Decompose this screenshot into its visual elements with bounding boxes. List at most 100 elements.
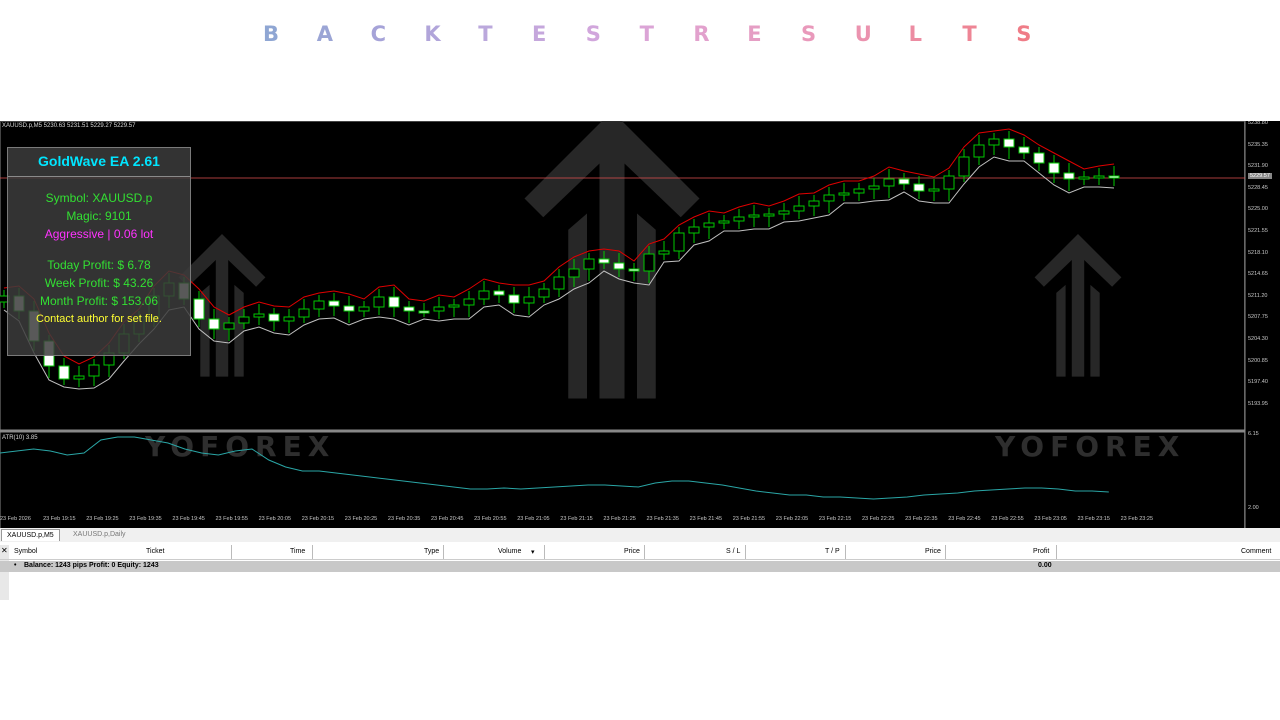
time-tick-label: 23 Feb 19:15 — [43, 516, 76, 522]
banner-letter: S — [1016, 22, 1032, 46]
ea-magic: Magic: 9101 — [66, 209, 132, 223]
time-tick-label: 23 Feb 21:15 — [560, 516, 593, 522]
candle-bearish — [208, 318, 220, 330]
col-price-current[interactable]: Price — [925, 548, 941, 555]
col-comment[interactable]: Comment — [1241, 548, 1271, 555]
candle-bearish — [613, 262, 625, 270]
watermark-text: YOFOREX — [994, 430, 1185, 463]
candle-bullish — [958, 156, 970, 177]
ea-contact: Contact author for set file. — [36, 313, 162, 325]
time-tick-label: 23 Feb 23:25 — [1120, 516, 1154, 522]
time-tick-label: 23 Feb 21:35 — [646, 516, 679, 522]
candle-bullish — [223, 322, 235, 330]
col-profit[interactable]: Profit — [1033, 548, 1049, 555]
time-tick-label: 23 Feb 2026 — [0, 516, 31, 522]
candle-bearish — [898, 178, 910, 185]
candle-bearish — [628, 268, 640, 272]
banner-letter: S — [585, 22, 601, 46]
candle-bullish — [73, 375, 85, 380]
candle-bullish — [283, 316, 295, 322]
atr-indicator-label: ATR(10) 3.85 — [2, 435, 38, 441]
chart-tabs: XAUUSD.p,M5 XAUUSD.p,Daily — [0, 528, 1280, 542]
col-sl[interactable]: S / L — [726, 548, 740, 555]
candle-bullish — [763, 213, 775, 217]
candle-bearish — [268, 313, 280, 322]
candle-bullish — [1093, 175, 1105, 179]
candle-bullish — [673, 232, 685, 252]
price-tick-label: 5211.20 — [1248, 292, 1268, 299]
ea-today-profit: Today Profit: $ 6.78 — [47, 258, 151, 272]
time-tick-label: 23 Feb 22:45 — [948, 516, 981, 522]
candle-bullish — [538, 288, 550, 298]
watermark-logo-center — [524, 121, 700, 399]
balance-row[interactable]: • Balance: 1243 pips Profit: 0 Equity: 1… — [0, 561, 1280, 572]
candle-bearish — [328, 300, 340, 307]
price-tick-label: 5207.75 — [1248, 314, 1268, 321]
candle-bullish — [808, 200, 820, 207]
candle-bullish — [928, 188, 940, 192]
candle-bullish — [523, 296, 535, 304]
candle-bullish — [238, 316, 250, 324]
col-symbol[interactable]: Symbol — [14, 548, 37, 555]
banner-letter: T — [639, 22, 654, 46]
candle-bearish — [343, 305, 355, 312]
candle-bullish — [253, 313, 265, 318]
banner-letter: A — [316, 22, 334, 46]
atr-tick-label: 2.00 — [1248, 505, 1259, 511]
candle-bullish — [373, 296, 385, 308]
sort-down-icon[interactable]: ▾ — [531, 548, 535, 556]
candle-bullish — [583, 258, 595, 270]
tab-xauusd-m5[interactable]: XAUUSD.p,M5 — [1, 529, 60, 541]
price-tick-label: 5218.10 — [1248, 249, 1268, 256]
banner-letter: S — [801, 22, 817, 46]
bullet-icon: • — [14, 562, 17, 569]
candle-bullish — [88, 364, 100, 377]
current-price-badge: 5229.57 — [1248, 173, 1272, 179]
col-type[interactable]: Type — [424, 548, 439, 555]
candle-bullish — [478, 290, 490, 300]
time-tick-label: 23 Feb 20:55 — [474, 516, 507, 522]
time-tick-label: 23 Feb 22:05 — [775, 516, 809, 522]
price-chart[interactable]: YOFOREX YOFOREX XAUUSD.p,M5 5230.63 5231.… — [0, 121, 1280, 529]
col-price[interactable]: Price — [624, 548, 640, 555]
candle-bearish — [1033, 152, 1045, 164]
symbol-info: XAUUSD.p,M5 5230.63 5231.51 5229.27 5229… — [2, 123, 136, 129]
candle-bearish — [388, 296, 400, 308]
col-tp[interactable]: T / P — [825, 548, 840, 555]
terminal-header: Symbol Ticket Time Type Volume ▾ Price S… — [0, 545, 1280, 560]
candle-bullish — [703, 222, 715, 228]
candle-bullish — [553, 276, 565, 290]
time-tick-label: 23 Feb 21:55 — [732, 516, 766, 522]
col-time[interactable]: Time — [290, 548, 305, 555]
tab-xauusd-daily[interactable]: XAUUSD.p,Daily — [68, 529, 131, 540]
time-tick-label: 23 Feb 20:05 — [258, 516, 292, 522]
ea-info-panel: GoldWave EA 2.61 Symbol: XAUUSD.p Magic:… — [7, 147, 191, 356]
banner-letter: B — [263, 22, 280, 46]
time-tick-label: 23 Feb 21:05 — [517, 516, 550, 522]
ea-title: GoldWave EA 2.61 — [38, 153, 160, 169]
col-ticket[interactable]: Ticket — [146, 548, 164, 555]
candle-bearish — [403, 306, 415, 312]
candle-bearish — [913, 183, 925, 192]
candle-bearish — [1048, 162, 1060, 174]
price-tick-label: 5225.00 — [1248, 206, 1268, 213]
banner-letter: C — [370, 22, 387, 46]
time-tick-label: 23 Feb 19:35 — [129, 516, 162, 522]
candle-bearish — [598, 258, 610, 264]
time-tick-label: 23 Feb 23:15 — [1077, 516, 1110, 522]
price-tick-label: 5238.80 — [1248, 121, 1268, 126]
time-tick-label: 23 Feb 20:35 — [387, 516, 421, 522]
time-tick-label: 23 Feb 22:55 — [991, 516, 1024, 522]
candle-bullish — [448, 304, 460, 308]
col-volume[interactable]: Volume — [498, 548, 521, 555]
candle-bearish — [1063, 172, 1075, 180]
candle-bullish — [793, 205, 805, 212]
balance-profit: 0.00 — [1038, 562, 1052, 569]
candle-bullish — [733, 216, 745, 222]
balance-text: Balance: 1243 pips Profit: 0 Equity: 124… — [24, 562, 159, 569]
price-tick-label: 5231.90 — [1248, 163, 1268, 170]
price-tick-label: 5221.55 — [1248, 228, 1268, 234]
candle-bullish — [838, 192, 850, 196]
candle-bearish — [493, 290, 505, 296]
price-tick-label: 5193.95 — [1248, 400, 1268, 407]
